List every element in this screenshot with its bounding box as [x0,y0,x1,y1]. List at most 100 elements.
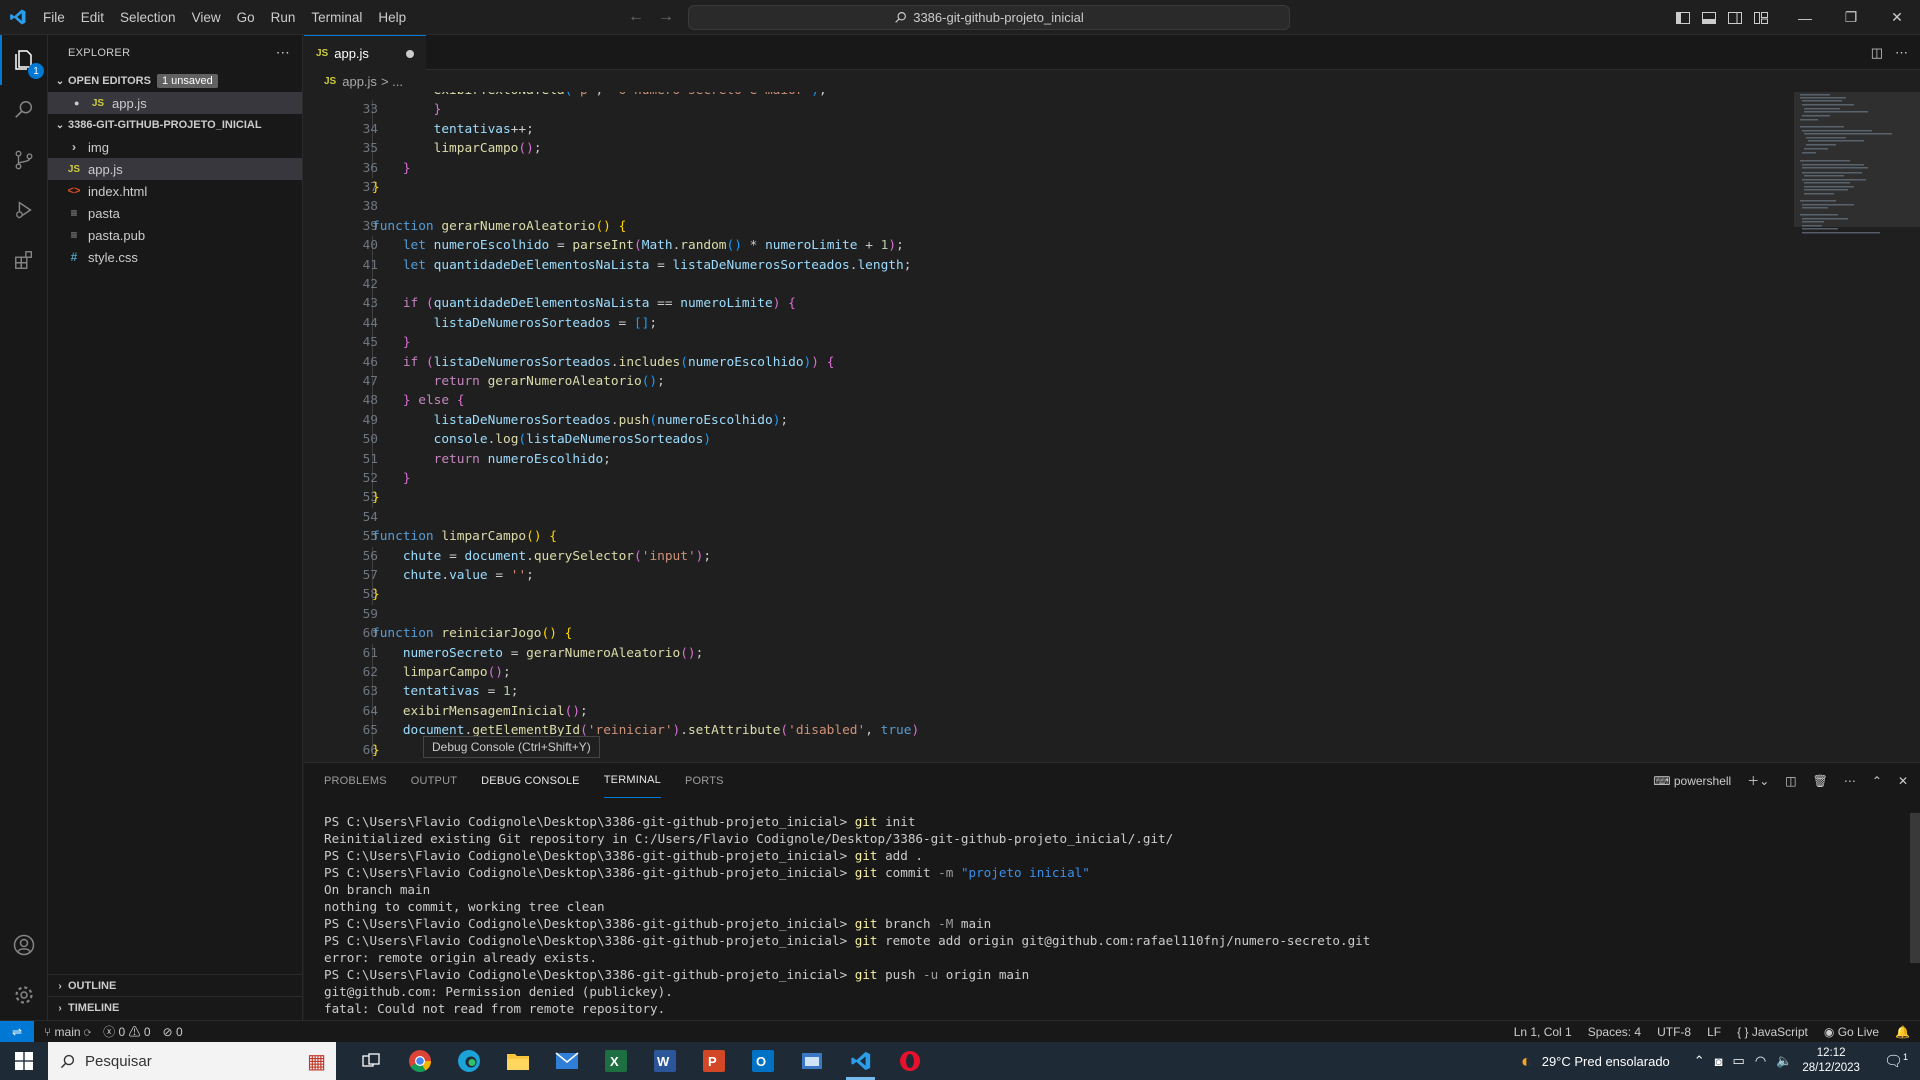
notifications-bell-icon[interactable]: 🔔 [1895,1025,1910,1039]
close-panel-icon[interactable]: ✕ [1898,774,1908,788]
code-line[interactable]: 51 return numeroEscolhido; [304,450,1794,469]
restore-icon[interactable]: ❐ [1828,0,1874,35]
edge-icon[interactable] [444,1042,493,1080]
code-line[interactable]: 36 } [304,159,1794,178]
menu-file[interactable]: File [35,10,73,25]
toggle-panel-icon[interactable] [1696,0,1722,35]
breadcrumb-rest[interactable]: > ... [381,74,403,89]
file-pasta-pub[interactable]: ≡ pasta.pub [48,224,302,246]
code-line[interactable]: 39 function gerarNumeroAleatorio() { [304,217,1794,236]
clock[interactable]: 12:12 28/12/2023 [1802,1046,1860,1076]
cursor-position[interactable]: Ln 1, Col 1 [1514,1025,1572,1039]
tab-problems[interactable]: PROBLEMS [324,763,387,798]
code-line[interactable]: 49 listaDeNumerosSorteados.push(numeroEs… [304,411,1794,430]
settings-gear-icon[interactable] [0,970,48,1020]
app-window-icon[interactable] [787,1042,836,1080]
code-line[interactable]: 57 chute.value = ''; [304,566,1794,585]
explorer-icon[interactable]: 1 [0,35,48,85]
chevron-up-icon[interactable]: ⌃ [1694,1053,1705,1069]
camera-icon[interactable]: ◙ [1715,1054,1723,1069]
remote-indicator-icon[interactable]: ⇌ [0,1020,34,1043]
unsaved-dot-icon[interactable] [406,50,414,58]
maximize-panel-icon[interactable]: ⌃ [1872,774,1882,788]
code-line[interactable]: 64 exibirMensagemInicial(); [304,702,1794,721]
more-actions-icon[interactable]: ⋯ [1895,45,1908,61]
vscode-taskbar-icon[interactable] [836,1042,885,1080]
file-explorer-icon[interactable] [493,1042,542,1080]
notification-center-icon[interactable]: 🗨1 [1884,1052,1908,1070]
code-line[interactable]: 35 limparCampo(); [304,139,1794,158]
timeline-section[interactable]: › TIMELINE [48,996,303,1019]
trash-icon[interactable]: 🗑 [1813,774,1828,788]
branch-item[interactable]: ⑂ main ⟳ [44,1025,91,1039]
split-terminal-icon[interactable]: ◫ [1785,774,1796,788]
menu-view[interactable]: View [184,10,229,25]
windows-start-icon[interactable] [0,1042,48,1080]
code-line[interactable]: 40 let numeroEscolhido = parseInt(Math.r… [304,236,1794,255]
code-line[interactable]: 58} [304,585,1794,604]
tab-ports[interactable]: PORTS [685,763,724,798]
code-line[interactable]: 38 [304,197,1794,216]
code-line[interactable]: 61 numeroSecreto = gerarNumeroAleatorio(… [304,644,1794,663]
menu-selection[interactable]: Selection [112,10,184,25]
code-line[interactable]: 55 function limparCampo() { [304,527,1794,546]
code-line[interactable]: 48 } else { [304,391,1794,410]
code-line[interactable]: 46 if (listaDeNumerosSorteados.includes(… [304,353,1794,372]
menu-terminal[interactable]: Terminal [303,10,370,25]
run-debug-icon[interactable] [0,185,48,235]
excel-icon[interactable]: X [591,1042,640,1080]
code-line[interactable]: 52 } [304,469,1794,488]
tab-output[interactable]: OUTPUT [411,763,457,798]
menu-edit[interactable]: Edit [73,10,112,25]
extensions-icon[interactable] [0,235,48,285]
tab-debug-console[interactable]: DEBUG CONSOLE [481,763,580,798]
chrome-icon[interactable] [395,1042,444,1080]
code-line[interactable]: 45 } [304,333,1794,352]
taskbar-search[interactable]: Pesquisar ▦ [48,1042,336,1080]
code-line[interactable]: 47 return gerarNumeroAleatorio(); [304,372,1794,391]
encoding[interactable]: UTF-8 [1657,1025,1691,1039]
mail-icon[interactable] [542,1042,591,1080]
project-folder-section[interactable]: ⌄ 3386-GIT-GITHUB-PROJETO_INICIAL [48,114,302,136]
minimap[interactable] [1794,92,1920,762]
menu-go[interactable]: Go [229,10,263,25]
code-line[interactable]: 41 let quantidadeDeElementosNaLista = li… [304,256,1794,275]
customize-layout-icon[interactable] [1748,0,1774,35]
volume-icon[interactable]: 🔈 [1776,1053,1792,1069]
outlook-icon[interactable]: O [738,1042,787,1080]
code-line[interactable]: 53} [304,488,1794,507]
more-actions-icon[interactable]: ⋯ [276,44,290,61]
end-of-line[interactable]: LF [1707,1025,1721,1039]
problems-item[interactable]: ⓧ 0 ⚠ 0 [103,1023,150,1040]
code-line[interactable]: 43 if (quantidadeDeElementosNaLista == n… [304,294,1794,313]
unsaved-dot-icon[interactable]: ● [74,98,90,108]
terminal-scrollbar[interactable] [1910,813,1920,963]
close-window-icon[interactable]: ✕ [1874,0,1920,35]
indentation[interactable]: Spaces: 4 [1588,1025,1641,1039]
code-line[interactable]: 37} [304,178,1794,197]
menu-run[interactable]: Run [263,10,304,25]
back-arrow-icon[interactable]: ← [628,8,644,26]
file-app-js[interactable]: JS app.js [48,158,302,180]
battery-icon[interactable]: ▭ [1733,1053,1745,1069]
wifi-icon[interactable]: ◠ [1755,1053,1766,1069]
code-line[interactable]: 34 tentativas++; [304,120,1794,139]
code-line[interactable]: 54 [304,508,1794,527]
terminal-output[interactable]: PS C:\Users\Flavio Codignole\Desktop\338… [324,813,1884,1019]
tab-app-js[interactable]: JS app.js [304,35,426,70]
breadcrumb-file[interactable]: app.js [342,74,377,89]
task-view-icon[interactable] [346,1042,395,1080]
code-line[interactable]: 42 [304,275,1794,294]
file-style-css[interactable]: # style.css [48,246,302,268]
file-pasta[interactable]: ≡ pasta [48,202,302,224]
code-line[interactable]: 33 } [304,100,1794,119]
ports-item[interactable]: ⊘ 0 [163,1025,183,1039]
code-line[interactable]: 63 tentativas = 1; [304,682,1794,701]
code-line[interactable]: 62 limparCampo(); [304,663,1794,682]
new-terminal-icon[interactable]: ＋⌄ [1747,772,1769,789]
code-line[interactable]: 59 [304,605,1794,624]
open-editors-section[interactable]: ⌄ OPEN EDITORS 1 unsaved [48,70,302,92]
source-control-icon[interactable] [0,135,48,185]
minimize-icon[interactable]: — [1782,0,1828,35]
tab-terminal[interactable]: TERMINAL [603,763,661,798]
